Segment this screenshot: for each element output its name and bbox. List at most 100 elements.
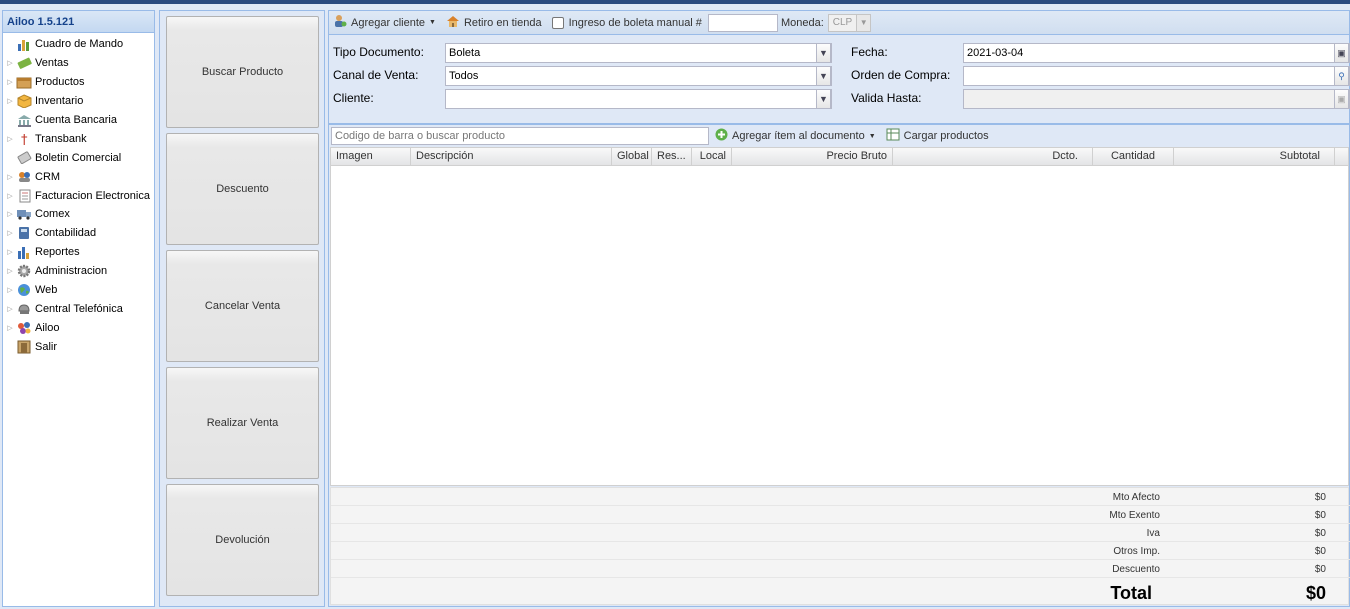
currency-value: CLP: [828, 14, 857, 31]
report-icon: [16, 244, 32, 260]
sidebar-item-web[interactable]: ▷ Web: [3, 281, 154, 300]
sidebar-item-reportes[interactable]: ▷ Reportes: [3, 243, 154, 262]
sidebar-item-ventas[interactable]: ▷ Ventas: [3, 54, 154, 73]
sidebar-item-cuadro-de-mando[interactable]: Cuadro de Mando: [3, 35, 154, 54]
manual-receipt-toggle[interactable]: Ingreso de boleta manual #: [551, 16, 702, 29]
sidebar-item-label: Facturacion Electronica: [35, 189, 150, 202]
currency-select[interactable]: CLP ▼: [827, 13, 872, 32]
col-header-description[interactable]: Descripción: [411, 148, 612, 166]
sidebar-item-label: Boletin Comercial: [35, 151, 122, 164]
sidebar-item-boletin-comercial[interactable]: Boletin Comercial: [3, 148, 154, 167]
grand-total-value: $0: [1305, 583, 1326, 603]
col-header-gross-price[interactable]: Precio Bruto: [732, 148, 893, 166]
sidebar-item-inventario[interactable]: ▷ Inventario: [3, 92, 154, 111]
money-icon: [16, 55, 32, 71]
truck-icon: [16, 206, 32, 222]
sidebar-item-comex[interactable]: ▷ Comex: [3, 205, 154, 224]
sidebar-item-salir[interactable]: Salir: [3, 337, 154, 356]
make-sale-button[interactable]: Realizar Venta: [166, 367, 319, 479]
add-item-button[interactable]: Agregar ítem al documento ▼: [715, 128, 876, 144]
expand-arrow-icon[interactable]: ▷: [4, 59, 16, 67]
expand-arrow-icon[interactable]: ▷: [4, 173, 16, 181]
sidebar-item-transbank[interactable]: ▷ † Transbank: [3, 129, 154, 148]
load-products-button[interactable]: Cargar productos: [886, 128, 989, 144]
sidebar-item-cuenta-bancaria[interactable]: Cuenta Bancaria: [3, 111, 154, 130]
currency-label: Moneda:: [780, 16, 824, 29]
ailoo-logo-icon: [16, 320, 32, 336]
sidebar: Ailoo 1.5.121 Cuadro de Mando ▷ Ventas ▷ P…: [2, 10, 155, 607]
cancel-sale-button[interactable]: Cancelar Venta: [166, 250, 319, 362]
invoice-icon: [16, 188, 32, 204]
expand-arrow-icon[interactable]: ▷: [4, 305, 16, 313]
client-select[interactable]: ▼: [445, 89, 832, 109]
return-button[interactable]: Devolución: [166, 484, 319, 596]
expand-arrow-icon[interactable]: ▷: [4, 267, 16, 275]
manual-receipt-number-input[interactable]: [707, 13, 778, 32]
crm-icon: [16, 169, 32, 185]
chart-icon: [16, 36, 32, 52]
doc-type-select[interactable]: Boleta ▼: [445, 43, 832, 63]
load-products-label: Cargar productos: [903, 130, 989, 142]
sidebar-item-label: Reportes: [35, 246, 80, 259]
sidebar-item-contabilidad[interactable]: ▷ Contabilidad: [3, 224, 154, 243]
product-search-input[interactable]: Codigo de barra o buscar producto: [331, 127, 709, 145]
chevron-down-icon[interactable]: ▼: [816, 89, 831, 109]
chevron-down-icon[interactable]: ▼: [816, 43, 831, 63]
sidebar-item-administracion[interactable]: ▷ Administracion: [3, 262, 154, 281]
sidebar-item-crm[interactable]: ▷ CRM: [3, 167, 154, 186]
col-header-global[interactable]: Global: [612, 148, 652, 166]
sidebar-item-label: Ailoo: [35, 321, 60, 334]
expand-arrow-icon[interactable]: ▷: [4, 78, 16, 86]
store-pickup-button[interactable]: Retiro en tienda: [446, 15, 542, 31]
total-row-affected: Mto Afecto $0: [331, 488, 1350, 506]
globe-icon: [16, 282, 32, 298]
add-client-button[interactable]: Agregar cliente ▼: [333, 14, 436, 31]
grand-total-label: Total: [1110, 583, 1152, 603]
calculator-icon: [16, 225, 32, 241]
sidebar-item-label: Web: [35, 284, 58, 297]
expand-arrow-icon[interactable]: ▷: [4, 210, 16, 218]
sidebar-item-ailoo[interactable]: ▷ Ailoo: [3, 318, 154, 337]
sidebar-item-productos[interactable]: ▷ Productos: [3, 73, 154, 92]
col-header-quantity[interactable]: Cantidad: [1093, 148, 1174, 166]
expand-arrow-icon[interactable]: ▷: [4, 286, 16, 294]
expand-arrow-icon[interactable]: ▷: [4, 192, 16, 200]
sidebar-item-label: Central Telefónica: [35, 302, 123, 315]
manual-receipt-checkbox[interactable]: [551, 16, 564, 29]
sidebar-item-label: CRM: [35, 170, 61, 183]
expand-arrow-icon[interactable]: ▷: [4, 248, 16, 256]
sidebar-item-label: Cuenta Bancaria: [35, 114, 117, 126]
expand-arrow-icon[interactable]: ▷: [4, 97, 16, 105]
col-header-image[interactable]: Imagen: [331, 148, 411, 166]
date-field[interactable]: 2021-03-04 ▣: [963, 43, 1350, 63]
grand-total: Total $0: [331, 581, 1350, 605]
col-header-reserved[interactable]: Res...: [652, 148, 692, 166]
search-product-button[interactable]: Buscar Producto: [166, 16, 319, 128]
phone-icon: [16, 301, 32, 317]
expand-arrow-icon[interactable]: ▷: [4, 324, 16, 332]
total-row-exempt: Mto Exento $0: [331, 506, 1350, 524]
expand-arrow-icon[interactable]: ▷: [4, 229, 16, 237]
purchase-order-field[interactable]: ⚲: [963, 66, 1350, 86]
col-header-local[interactable]: Local: [692, 148, 732, 166]
store-pickup-label: Retiro en tienda: [463, 16, 542, 29]
calendar-icon[interactable]: ▣: [1334, 43, 1349, 63]
totals-panel: Mto Afecto $0 Mto Exento $0 Iva $0 Otros Im…: [330, 487, 1350, 605]
col-header-subtotal[interactable]: Subtotal: [1174, 148, 1335, 166]
discount-button[interactable]: Descuento: [166, 133, 319, 245]
sale-document-panel: Agregar cliente ▼ Retiro en tienda Ingres…: [328, 10, 1350, 607]
chevron-down-icon[interactable]: ▼: [816, 66, 831, 86]
channel-select[interactable]: Todos ▼: [445, 66, 832, 86]
sidebar-item-central-telefonica[interactable]: ▷ Central Telefónica: [3, 299, 154, 318]
col-header-discount[interactable]: Dcto.: [893, 148, 1093, 166]
sidebar-item-label: Cuadro de Mando: [35, 38, 124, 51]
search-icon[interactable]: ⚲: [1334, 66, 1349, 86]
document-form: Tipo Documento: Boleta ▼ Canal de Venta: …: [329, 35, 1350, 121]
sidebar-item-facturacion-electronica[interactable]: ▷ Facturacion Electronica: [3, 186, 154, 205]
total-label: Mto Afecto: [1112, 492, 1160, 503]
sidebar-item-label: Administracion: [35, 265, 108, 278]
total-row-iva: Iva $0: [331, 524, 1350, 542]
expand-arrow-icon[interactable]: ▷: [4, 135, 16, 143]
total-value: $0: [1314, 492, 1326, 503]
gear-icon: [16, 263, 32, 279]
